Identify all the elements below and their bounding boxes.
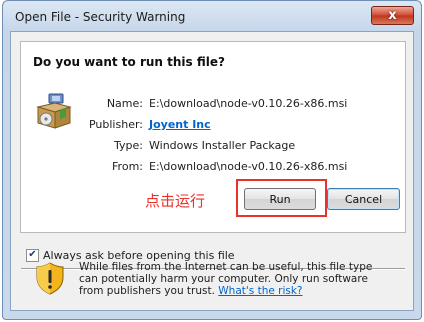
always-ask-option[interactable]: ✔ Always ask before opening this file [26,248,235,262]
always-ask-label: Always ask before opening this file [43,248,235,262]
cancel-button[interactable]: Cancel [327,188,400,210]
type-row: Type: Windows Installer Package [21,139,401,153]
publisher-label: Publisher: [88,118,143,131]
name-label: Name: [106,97,143,110]
file-info-panel: Do you want to run this file? Name: E:\d… [20,41,406,233]
name-row: Name: E:\download\node-v0.10.26-x86.msi [21,97,401,111]
run-button[interactable]: Run [244,188,316,210]
from-label: From: [112,160,143,173]
from-row: From: E:\download\node-v0.10.26-x86.msi [21,160,401,174]
type-label: Type: [114,139,143,152]
publisher-link[interactable]: Joyent Inc [149,118,211,131]
shield-warning-icon [36,262,64,295]
always-ask-checkbox[interactable]: ✔ [26,248,39,262]
click-run-annotation: 点击运行 [145,192,206,210]
title-bar[interactable]: Open File - Security Warning x [3,1,421,31]
close-icon: x [388,8,397,23]
dialog-heading: Do you want to run this file? [33,55,225,69]
close-button[interactable]: x [371,6,414,25]
window-title: Open File - Security Warning [15,10,186,24]
name-value: E:\download\node-v0.10.26-x86.msi [149,97,348,110]
risk-warning: While files from the Internet can be use… [79,261,379,297]
security-warning-window: Open File - Security Warning x Do you wa… [2,0,422,320]
from-value: E:\download\node-v0.10.26-x86.msi [149,160,348,173]
whats-the-risk-link[interactable]: What's the risk? [218,285,302,297]
type-value: Windows Installer Package [149,139,296,152]
publisher-row: Publisher: Joyent Inc [21,118,401,132]
dialog-body: Do you want to run this file? Name: E:\d… [10,31,414,311]
